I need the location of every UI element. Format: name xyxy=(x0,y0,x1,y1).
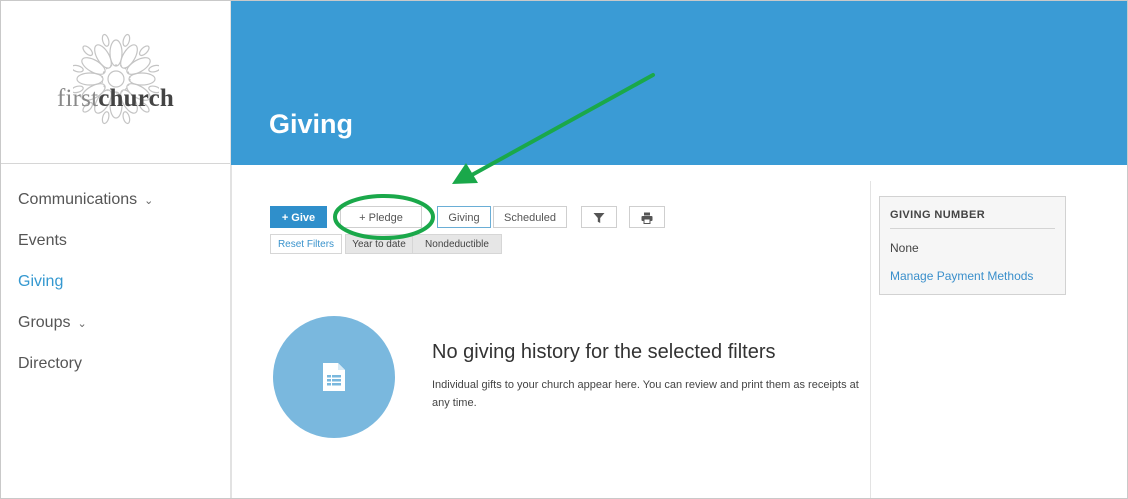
logo-text: firstchurch xyxy=(56,85,175,112)
sidebar-item-label: Communications xyxy=(18,190,138,208)
empty-state-illustration xyxy=(273,316,395,438)
document-icon xyxy=(323,363,345,391)
empty-state-title: No giving history for the selected filte… xyxy=(432,341,776,363)
app-window: firstchurch Communications ⌄ Events Givi… xyxy=(0,0,1128,499)
card-divider xyxy=(890,228,1055,229)
sidebar-nav: Communications ⌄ Events Giving Groups ⌄ … xyxy=(18,179,153,384)
print-button[interactable] xyxy=(629,206,665,228)
chevron-down-icon: ⌄ xyxy=(144,195,154,207)
sidebar-item-label: Events xyxy=(18,231,67,249)
sidebar-item-label: Directory xyxy=(18,354,83,372)
filter-chip-year-to-date[interactable]: Year to date xyxy=(345,234,413,254)
sidebar-item-giving[interactable]: Giving xyxy=(18,261,153,302)
sidebar-item-directory[interactable]: Directory xyxy=(18,343,153,384)
tab-scheduled[interactable]: Scheduled xyxy=(493,206,567,228)
print-icon xyxy=(641,212,653,224)
sidebar-item-label: Groups xyxy=(18,313,71,331)
logo[interactable]: firstchurch xyxy=(1,1,230,164)
giving-number-title: GIVING NUMBER xyxy=(890,209,986,221)
empty-state-description: Individual gifts to your church appear h… xyxy=(432,379,859,409)
filter-chip-nondeductible[interactable]: Nondeductible xyxy=(412,234,502,254)
giving-number-card: GIVING NUMBER None Manage Payment Method… xyxy=(879,196,1066,295)
chevron-down-icon: ⌄ xyxy=(77,318,87,330)
manage-payment-methods-link[interactable]: Manage Payment Methods xyxy=(890,269,1033,283)
page-title: Giving xyxy=(269,109,354,139)
give-button[interactable]: + Give xyxy=(270,206,327,228)
sidebar-item-label: Giving xyxy=(18,272,64,290)
filter-icon xyxy=(593,213,605,223)
sidebar-item-groups[interactable]: Groups ⌄ xyxy=(18,302,153,343)
pledge-button[interactable]: + Pledge xyxy=(340,206,422,228)
sidebar-item-communications[interactable]: Communications ⌄ xyxy=(18,179,153,220)
content-divider xyxy=(870,181,871,498)
page-header: Giving xyxy=(231,1,1127,165)
sidebar: firstchurch Communications ⌄ Events Givi… xyxy=(1,1,232,498)
tab-giving[interactable]: Giving xyxy=(437,206,491,228)
giving-number-value: None xyxy=(890,241,919,255)
mandala-logo-icon xyxy=(73,33,159,125)
filter-button[interactable] xyxy=(581,206,617,228)
sidebar-item-events[interactable]: Events xyxy=(18,220,153,261)
reset-filters-link[interactable]: Reset Filters xyxy=(270,234,342,254)
